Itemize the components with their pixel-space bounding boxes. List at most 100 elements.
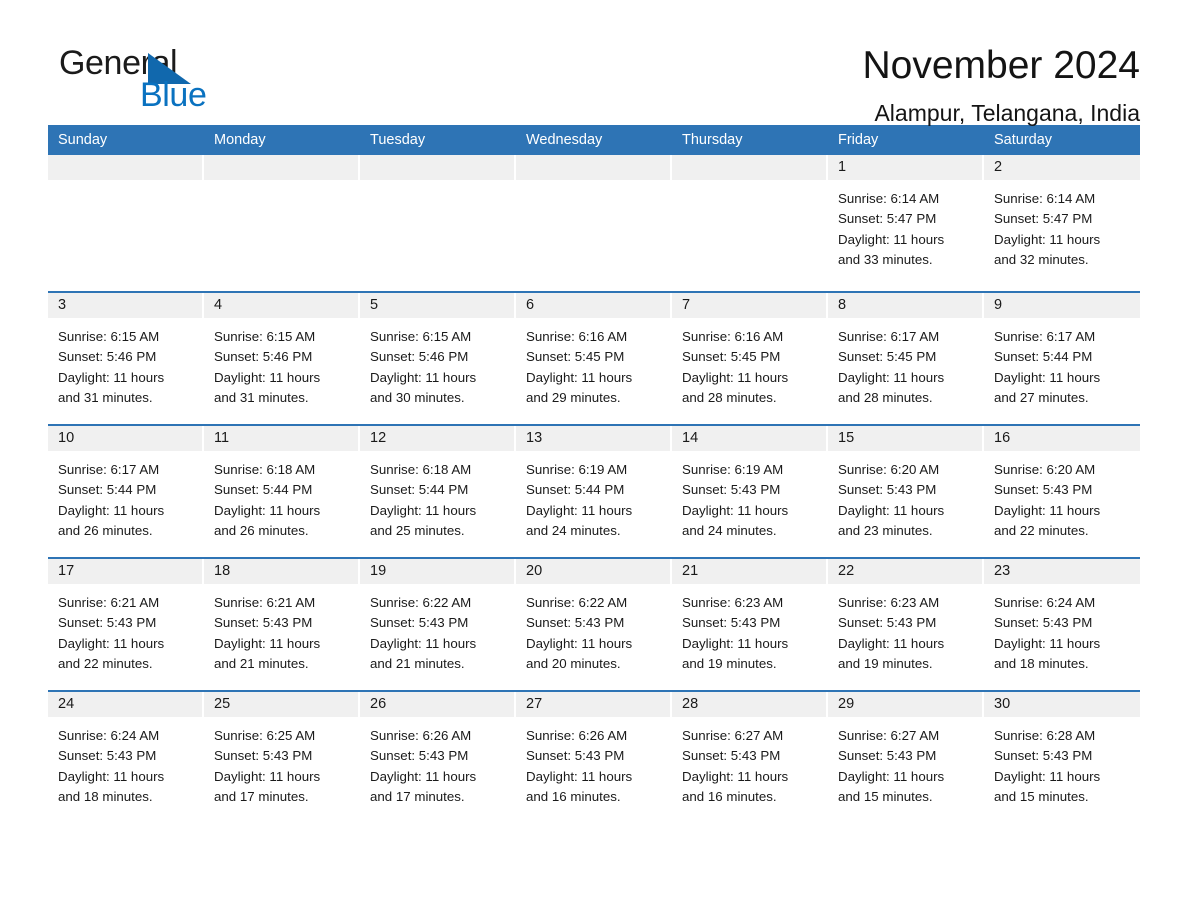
day-details: Sunrise: 6:22 AM Sunset: 5:43 PM Daylight:… xyxy=(360,584,516,674)
calendar-weeks: 1 Sunrise: 6:14 AM Sunset: 5:47 PM Daylight… xyxy=(48,155,1140,823)
day-cell[interactable]: 8 Sunrise: 6:17 AM Sunset: 5:45 PM Daylight… xyxy=(828,293,984,424)
sunrise-text: Sunrise: 6:15 AM xyxy=(214,329,316,344)
daylight-text-line1: Daylight: 11 hours xyxy=(214,369,321,385)
day-cell[interactable]: 24 Sunrise: 6:24 AM Sunset: 5:43 PM Dayligh… xyxy=(48,692,204,823)
daylight-text-line2: and 19 minutes. xyxy=(838,655,933,671)
page-title: November 2024 xyxy=(862,44,1141,87)
day-number-band: 11 xyxy=(204,426,360,451)
sunset-text: Sunset: 5:44 PM xyxy=(214,482,313,498)
daylight-text-line1: Daylight: 11 hours xyxy=(370,635,477,651)
day-number: 16 xyxy=(994,430,1011,446)
brand-name-blue: Blue xyxy=(140,76,207,114)
day-cell[interactable]: 25 Sunrise: 6:25 AM Sunset: 5:43 PM Dayligh… xyxy=(204,692,360,823)
day-cell[interactable]: 2 Sunrise: 6:14 AM Sunset: 5:47 PM Daylight… xyxy=(984,155,1140,291)
day-cell[interactable]: 14 Sunrise: 6:19 AM Sunset: 5:43 PM Dayligh… xyxy=(672,426,828,557)
daylight-text-line1: Daylight: 11 hours xyxy=(682,369,789,385)
sunset-text: Sunset: 5:47 PM xyxy=(838,211,937,227)
day-number-band: 4 xyxy=(204,293,360,318)
day-number: 17 xyxy=(58,563,75,579)
day-details: Sunrise: 6:26 AM Sunset: 5:43 PM Daylight:… xyxy=(516,717,672,807)
day-cell[interactable]: 22 Sunrise: 6:23 AM Sunset: 5:43 PM Dayligh… xyxy=(828,559,984,690)
daylight-text-line1: Daylight: 11 hours xyxy=(994,502,1101,518)
day-details xyxy=(48,180,204,189)
day-cell[interactable]: 10 Sunrise: 6:17 AM Sunset: 5:44 PM Dayligh… xyxy=(48,426,204,557)
day-number-band: 17 xyxy=(48,559,204,584)
sunrise-text: Sunrise: 6:18 AM xyxy=(214,462,316,477)
daylight-text-line2: and 26 minutes. xyxy=(214,522,309,538)
sunrise-text: Sunrise: 6:20 AM xyxy=(994,462,1096,477)
day-number: 8 xyxy=(838,297,847,313)
day-cell-empty xyxy=(204,155,360,291)
weekday-header-thursday: Thursday xyxy=(682,132,743,148)
sunrise-text: Sunrise: 6:14 AM xyxy=(994,191,1096,206)
sunset-text: Sunset: 5:43 PM xyxy=(994,615,1093,631)
sunset-text: Sunset: 5:43 PM xyxy=(526,615,625,631)
masthead: General Blue November 2024 Alampur, Tela… xyxy=(48,0,1141,126)
day-cell[interactable]: 12 Sunrise: 6:18 AM Sunset: 5:44 PM Dayligh… xyxy=(360,426,516,557)
day-details: Sunrise: 6:15 AM Sunset: 5:46 PM Daylight:… xyxy=(204,318,360,408)
day-number-band: 6 xyxy=(516,293,672,318)
day-cell[interactable]: 20 Sunrise: 6:22 AM Sunset: 5:43 PM Dayligh… xyxy=(516,559,672,690)
day-cell[interactable]: 11 Sunrise: 6:18 AM Sunset: 5:44 PM Dayligh… xyxy=(204,426,360,557)
sunset-text: Sunset: 5:46 PM xyxy=(370,349,469,365)
day-cell[interactable]: 4 Sunrise: 6:15 AM Sunset: 5:46 PM Daylight… xyxy=(204,293,360,424)
sunrise-text: Sunrise: 6:20 AM xyxy=(838,462,940,477)
sunset-text: Sunset: 5:43 PM xyxy=(370,615,469,631)
day-cell[interactable]: 23 Sunrise: 6:24 AM Sunset: 5:43 PM Dayligh… xyxy=(984,559,1140,690)
sunset-text: Sunset: 5:43 PM xyxy=(526,748,625,764)
day-details xyxy=(516,180,672,189)
daylight-text-line2: and 18 minutes. xyxy=(994,655,1089,671)
sunrise-text: Sunrise: 6:27 AM xyxy=(682,728,784,743)
daylight-text-line1: Daylight: 11 hours xyxy=(682,635,789,651)
sunrise-text: Sunrise: 6:14 AM xyxy=(838,191,940,206)
day-cell[interactable]: 28 Sunrise: 6:27 AM Sunset: 5:43 PM Dayligh… xyxy=(672,692,828,823)
weekday-header-wednesday: Wednesday xyxy=(526,132,603,148)
daylight-text-line2: and 25 minutes. xyxy=(370,522,465,538)
daylight-text-line1: Daylight: 11 hours xyxy=(838,502,945,518)
day-cell[interactable]: 15 Sunrise: 6:20 AM Sunset: 5:43 PM Dayligh… xyxy=(828,426,984,557)
brand-logo[interactable]: General Blue xyxy=(48,42,308,112)
day-cell[interactable]: 17 Sunrise: 6:21 AM Sunset: 5:43 PM Dayligh… xyxy=(48,559,204,690)
day-details: Sunrise: 6:27 AM Sunset: 5:43 PM Daylight:… xyxy=(828,717,984,807)
day-cell[interactable]: 19 Sunrise: 6:22 AM Sunset: 5:43 PM Dayligh… xyxy=(360,559,516,690)
day-cell[interactable]: 30 Sunrise: 6:28 AM Sunset: 5:43 PM Dayligh… xyxy=(984,692,1140,823)
day-number: 3 xyxy=(58,297,67,313)
day-number-band: 9 xyxy=(984,293,1140,318)
day-cell[interactable]: 1 Sunrise: 6:14 AM Sunset: 5:47 PM Daylight… xyxy=(828,155,984,291)
day-cell[interactable]: 18 Sunrise: 6:21 AM Sunset: 5:43 PM Dayligh… xyxy=(204,559,360,690)
sunset-text: Sunset: 5:44 PM xyxy=(526,482,625,498)
day-cell[interactable]: 5 Sunrise: 6:15 AM Sunset: 5:46 PM Daylight… xyxy=(360,293,516,424)
day-cell[interactable]: 16 Sunrise: 6:20 AM Sunset: 5:43 PM Dayligh… xyxy=(984,426,1140,557)
daylight-text-line1: Daylight: 11 hours xyxy=(838,369,945,385)
day-number-band: 25 xyxy=(204,692,360,717)
sunrise-text: Sunrise: 6:22 AM xyxy=(370,595,472,610)
day-cell[interactable]: 26 Sunrise: 6:26 AM Sunset: 5:43 PM Dayligh… xyxy=(360,692,516,823)
day-number: 4 xyxy=(214,297,223,313)
day-details: Sunrise: 6:21 AM Sunset: 5:43 PM Daylight:… xyxy=(204,584,360,674)
sunset-text: Sunset: 5:43 PM xyxy=(682,482,781,498)
day-cell[interactable]: 27 Sunrise: 6:26 AM Sunset: 5:43 PM Dayligh… xyxy=(516,692,672,823)
sunset-text: Sunset: 5:46 PM xyxy=(214,349,313,365)
daylight-text-line1: Daylight: 11 hours xyxy=(526,369,633,385)
day-number: 13 xyxy=(526,430,543,446)
daylight-text-line1: Daylight: 11 hours xyxy=(58,369,165,385)
daylight-text-line1: Daylight: 11 hours xyxy=(838,635,945,651)
day-cell[interactable]: 7 Sunrise: 6:16 AM Sunset: 5:45 PM Daylight… xyxy=(672,293,828,424)
calendar-week-row: 10 Sunrise: 6:17 AM Sunset: 5:44 PM Dayligh… xyxy=(48,424,1140,557)
day-number: 28 xyxy=(682,696,699,712)
day-number-band: 23 xyxy=(984,559,1140,584)
day-cell[interactable]: 29 Sunrise: 6:27 AM Sunset: 5:43 PM Dayligh… xyxy=(828,692,984,823)
day-number-band: 14 xyxy=(672,426,828,451)
sunrise-text: Sunrise: 6:17 AM xyxy=(994,329,1096,344)
day-cell[interactable]: 3 Sunrise: 6:15 AM Sunset: 5:46 PM Daylight… xyxy=(48,293,204,424)
day-cell[interactable]: 9 Sunrise: 6:17 AM Sunset: 5:44 PM Daylight… xyxy=(984,293,1140,424)
day-cell[interactable]: 21 Sunrise: 6:23 AM Sunset: 5:43 PM Dayligh… xyxy=(672,559,828,690)
sunrise-text: Sunrise: 6:18 AM xyxy=(370,462,472,477)
daylight-text-line1: Daylight: 11 hours xyxy=(526,768,633,784)
day-cell[interactable]: 13 Sunrise: 6:19 AM Sunset: 5:44 PM Dayligh… xyxy=(516,426,672,557)
day-cell[interactable]: 6 Sunrise: 6:16 AM Sunset: 5:45 PM Daylight… xyxy=(516,293,672,424)
day-number-band: 10 xyxy=(48,426,204,451)
daylight-text-line1: Daylight: 11 hours xyxy=(994,369,1101,385)
day-number-band: 12 xyxy=(360,426,516,451)
day-number-band: 18 xyxy=(204,559,360,584)
